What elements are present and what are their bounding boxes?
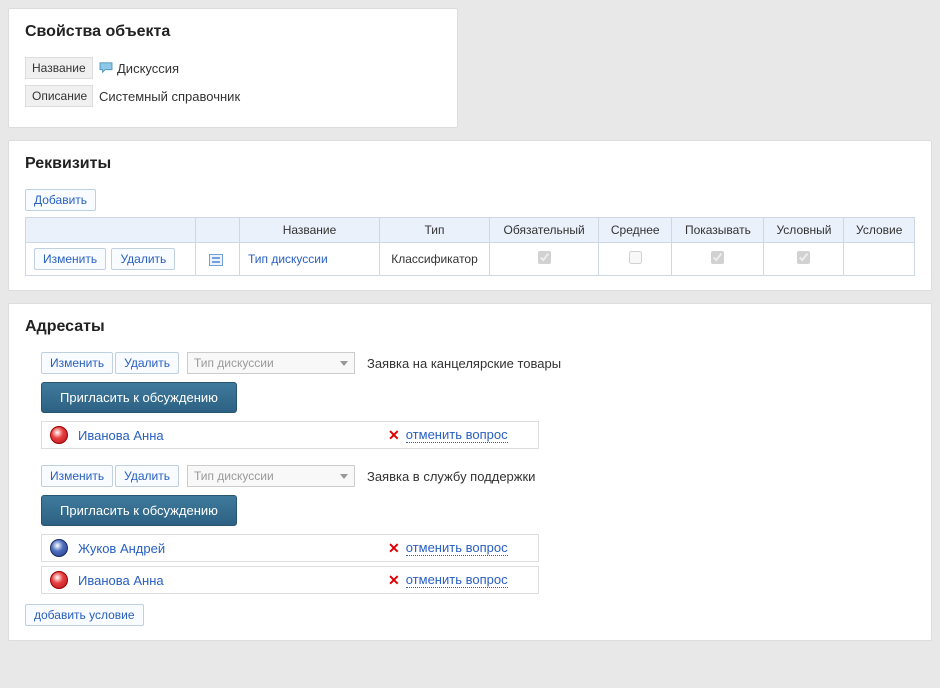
condition-cell [844,243,915,276]
property-desc-label: Описание [25,85,93,107]
edit-button[interactable]: Изменить [41,465,113,487]
add-condition-button[interactable]: добавить условие [25,604,144,626]
col-icon [196,218,240,243]
avatar-icon [50,426,68,444]
block-title: Заявка в службу поддержки [367,469,535,484]
property-row-description: Описание Системный справочник [25,85,441,107]
person-row: Иванова Анна✕ отменить вопрос [41,566,539,594]
classifier-icon [209,254,223,266]
cancel-question-link[interactable]: отменить вопрос [406,572,508,588]
cancel-question-link[interactable]: отменить вопрос [406,540,508,556]
cancel-icon: ✕ [388,427,400,444]
cancel-icon: ✕ [388,572,400,589]
addressees-panel: Адресаты ИзменитьУдалитьТип дискуссииЗая… [8,303,932,641]
addressees-title: Адресаты [25,318,915,336]
delete-button[interactable]: Удалить [115,352,179,374]
show-checkbox [711,251,724,264]
col-show: Показывать [672,218,764,243]
person-row: Жуков Андрей✕ отменить вопрос [41,534,539,562]
required-checkbox [538,251,551,264]
person-name-link[interactable]: Жуков Андрей [78,541,388,556]
block-title: Заявка на канцелярские товары [367,356,561,371]
avatar-icon [50,571,68,589]
person-row: Иванова Анна✕ отменить вопрос [41,421,539,449]
invite-button[interactable]: Пригласить к обсуждению [41,495,237,526]
col-average: Среднее [599,218,672,243]
discussion-icon [99,62,113,74]
edit-button[interactable]: Изменить [41,352,113,374]
requisites-table: Название Тип Обязательный Среднее Показы… [25,217,915,276]
requisites-title: Реквизиты [25,155,915,173]
addressee-block: ИзменитьУдалить Тип дискуссии Заявка на ка… [41,352,915,449]
average-checkbox [629,251,642,264]
edit-button[interactable]: Изменить [34,248,106,270]
person-name-link[interactable]: Иванова Анна [78,573,388,588]
col-actions [26,218,196,243]
col-condition: Условие [844,218,915,243]
cancel-icon: ✕ [388,540,400,557]
property-desc-value: Системный справочник [99,89,240,104]
col-conditional: Условный [764,218,844,243]
col-required: Обязательный [490,218,599,243]
type-dropdown[interactable]: Тип дискуссии [187,465,355,487]
col-name: Название [240,218,380,243]
person-name-link[interactable]: Иванова Анна [78,428,388,443]
add-button[interactable]: Добавить [25,189,96,211]
delete-button[interactable]: Удалить [115,465,179,487]
property-name-value: Дискуссия [99,61,179,76]
addressee-block: ИзменитьУдалить Тип дискуссии Заявка в слу… [41,465,915,594]
type-dropdown[interactable]: Тип дискуссии [187,352,355,374]
property-name-label: Название [25,57,93,79]
properties-title: Свойства объекта [25,23,441,41]
avatar-icon [50,539,68,557]
requisite-type: Классификатор [380,243,490,276]
table-row: Изменить Удалить Тип дискуссии Классифик… [26,243,915,276]
col-type: Тип [380,218,490,243]
properties-panel: Свойства объекта Название Дискуссия Опис… [8,8,458,128]
requisite-name-link[interactable]: Тип дискуссии [248,252,328,266]
conditional-checkbox [797,251,810,264]
cancel-question-link[interactable]: отменить вопрос [406,427,508,443]
requisites-panel: Реквизиты Добавить Название Тип Обязател… [8,140,932,291]
delete-button[interactable]: Удалить [111,248,175,270]
invite-button[interactable]: Пригласить к обсуждению [41,382,237,413]
property-row-name: Название Дискуссия [25,57,441,79]
